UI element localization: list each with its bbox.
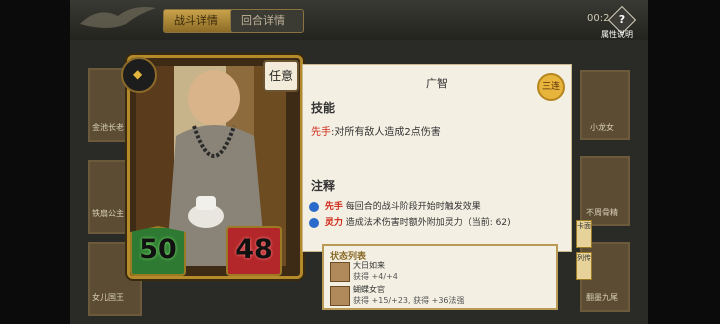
diamond-icon: ◆ — [133, 67, 143, 81]
skill-description: 先手:对所有敌人造成2点伤害 — [311, 123, 441, 138]
question-icon: ? — [618, 13, 626, 26]
card-info-panel: 广智 三连 技能 先手:对所有敌人造成2点伤害 注释 先手 每回合的战斗阶段开始… — [302, 64, 572, 252]
card-tag: 任意 — [263, 60, 299, 92]
help-label: 属性说明 — [601, 30, 633, 39]
skill-heading: 技能 — [311, 101, 336, 115]
skill-text: :对所有敌人造成2点伤害 — [331, 127, 441, 138]
card-name: 广智 — [426, 77, 448, 90]
attack-value: 50 — [139, 234, 177, 265]
note-keyword: 灵力 — [324, 218, 343, 228]
health-stat: 48 — [226, 226, 282, 276]
tab-round-details[interactable]: 回合详情 — [230, 9, 304, 33]
timer-readout: 00:2 — [587, 13, 610, 24]
bg-card-label: 翻墨九尾 — [586, 293, 618, 302]
faction-badge: ◆ — [121, 57, 157, 93]
card-face-button[interactable]: 卡面 — [576, 220, 592, 248]
bg-card-label: 铁扇公主 — [92, 209, 124, 218]
bg-card-label: 不周骨精 — [586, 208, 618, 217]
note-keyword: 先手 — [324, 202, 343, 212]
skill-keyword: 先手 — [311, 127, 331, 138]
swift-icon — [309, 201, 319, 212]
note-row: 先手 每回合的战斗阶段开始时触发效果 — [309, 199, 481, 212]
spirit-icon — [309, 217, 319, 228]
maid-avatar-icon — [330, 286, 350, 306]
status-effect: 获得 +15/+23, 获得 +36法强 — [353, 296, 465, 305]
status-source-name: 蝴蝶女官 — [353, 285, 385, 294]
top-bar: 战斗详情 回合详情 00:2 ? 属性说明 — [70, 0, 648, 40]
status-source-name: 大日如来 — [353, 261, 385, 270]
note-text: 每回合的战斗阶段开始时触发效果 — [345, 202, 481, 212]
note-text: 造成法术伤害时额外附加灵力（当前: 62) — [345, 218, 511, 228]
bg-card-label: 小龙女 — [590, 123, 614, 132]
note-row: 灵力 造成法术伤害时额外附加灵力（当前: 62) — [309, 215, 511, 228]
health-value: 48 — [235, 234, 273, 265]
status-list-panel: 状态列表 大日如来 获得 +4/+4 蝴蝶女官 获得 +15/+23, 获得 +… — [322, 244, 558, 310]
bg-card-label: 女儿国王 — [92, 293, 124, 302]
crane-emblem-icon — [80, 7, 156, 28]
status-row: 大日如来 获得 +4/+4 — [330, 260, 550, 284]
status-effect: 获得 +4/+4 — [353, 272, 398, 281]
notes-heading: 注释 — [311, 179, 336, 193]
status-row: 蝴蝶女官 获得 +15/+23, 获得 +36法强 — [330, 284, 550, 308]
attack-stat: 50 — [130, 226, 186, 276]
buddha-avatar-icon — [330, 262, 350, 282]
bg-card-label: 金池长老 — [92, 123, 124, 132]
triple-seal-badge: 三连 — [537, 73, 565, 101]
biography-button[interactable]: 列传 — [576, 252, 592, 280]
